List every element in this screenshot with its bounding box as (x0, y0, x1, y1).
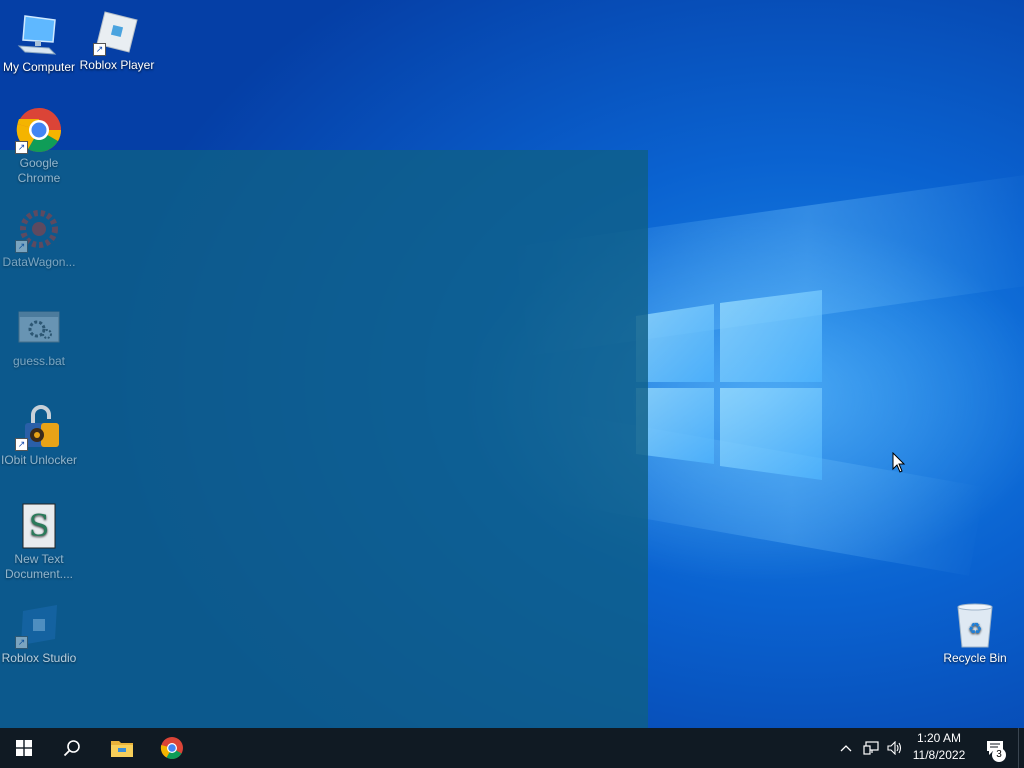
svg-text:♻: ♻ (968, 619, 982, 638)
shortcut-arrow-icon: ↗ (15, 141, 28, 154)
desktop-icon-label: IObit Unlocker (0, 453, 78, 467)
windows-logo-wallpaper (636, 290, 822, 480)
volume-icon (887, 741, 902, 755)
notification-count-badge: 3 (992, 748, 1006, 762)
batch-file-icon (15, 304, 63, 352)
show-desktop-button[interactable] (1018, 728, 1024, 768)
file-explorer-icon (111, 741, 133, 757)
desktop-icon-datawagon[interactable]: ↗ DataWagon... (0, 205, 78, 270)
desktop-icon-label: New Text Document.... (4, 552, 74, 581)
desktop-icon-roblox-player[interactable]: ↗ Roblox Player (78, 8, 156, 73)
taskbar-clock[interactable]: 1:20 AM 11/8/2022 (906, 730, 972, 764)
chrome-icon: ↗ (15, 106, 63, 154)
search-icon (63, 740, 80, 757)
start-button[interactable] (0, 728, 48, 768)
computer-icon (15, 10, 63, 58)
volume-button[interactable] (884, 728, 906, 768)
desktop-icon-roblox-studio[interactable]: ↗ Roblox Studio (0, 601, 78, 666)
clock-date: 11/8/2022 (912, 748, 966, 762)
network-icon (863, 741, 879, 755)
windows-start-icon (16, 740, 32, 756)
desktop-icon-label: Roblox Player (79, 58, 155, 72)
desktop-icon-label: Roblox Studio (1, 651, 77, 665)
roblox-player-icon: ↗ (93, 8, 141, 56)
show-hidden-icons-button[interactable] (836, 728, 856, 768)
taskbar: 1:20 AM 11/8/2022 (0, 728, 1024, 768)
clock-time: 1:20 AM (916, 731, 962, 745)
shortcut-arrow-icon: ↗ (93, 43, 106, 56)
desktop-icon-label: Google Chrome (17, 156, 61, 185)
search-button[interactable] (48, 728, 96, 768)
text-document-icon: S (15, 502, 63, 550)
desktop-icon-new-text-document[interactable]: S New Text Document.... (0, 502, 78, 582)
chrome-icon (160, 737, 183, 759)
datawagon-icon: ↗ (15, 205, 63, 253)
svg-text:S: S (29, 509, 50, 544)
shortcut-arrow-icon: ↗ (15, 636, 28, 649)
shortcut-arrow-icon: ↗ (15, 240, 28, 253)
desktop-icon-guess-bat[interactable]: guess.bat (0, 304, 78, 369)
taskbar-google-chrome[interactable] (148, 728, 196, 768)
translucent-window-overlay[interactable] (0, 150, 648, 728)
iobit-unlocker-icon: ↗ (15, 403, 63, 451)
shortcut-arrow-icon: ↗ (15, 438, 28, 451)
mouse-cursor-icon (892, 452, 906, 473)
desktop-icon-label: My Computer (2, 60, 76, 74)
roblox-studio-icon: ↗ (15, 601, 63, 649)
taskbar-file-explorer[interactable] (98, 728, 146, 768)
chevron-up-icon (840, 745, 852, 752)
desktop-icon-iobit-unlocker[interactable]: ↗ IObit Unlocker (0, 403, 78, 468)
desktop-icon-label: DataWagon... (2, 255, 76, 269)
desktop-icon-recycle-bin[interactable]: ♻ Recycle Bin (936, 601, 1014, 666)
desktop-icon-label: Recycle Bin (943, 651, 1007, 665)
desktop-icon-google-chrome[interactable]: ↗ Google Chrome (0, 106, 78, 186)
desktop-icon-label: guess.bat (12, 354, 66, 368)
recycle-bin-icon: ♻ (951, 601, 999, 649)
desktop-icon-my-computer[interactable]: My Computer (0, 10, 78, 75)
network-button[interactable] (860, 728, 882, 768)
